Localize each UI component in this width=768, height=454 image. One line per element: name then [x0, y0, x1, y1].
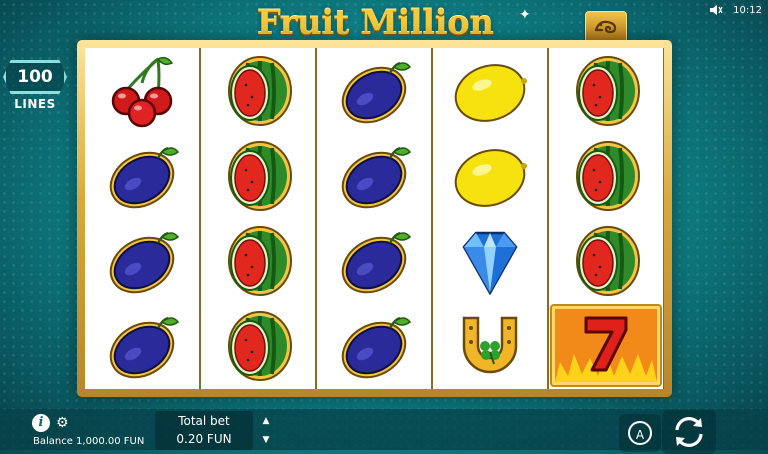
balance-text: Balance 1,000.00 FUN	[33, 436, 145, 447]
status-bar: 10:12	[709, 3, 762, 17]
seven-symbol-icon	[549, 303, 663, 388]
bet-stepper[interactable]: ▲ ▼	[256, 412, 276, 450]
reel-1	[85, 48, 199, 389]
watermelon-symbol-icon	[201, 218, 315, 303]
triangle-up-icon[interactable]: ▲	[256, 412, 276, 431]
reel-4	[433, 48, 547, 389]
lines-label: LINES	[14, 97, 56, 111]
watermelon-symbol-icon	[201, 303, 315, 388]
plum-symbol-icon	[317, 218, 431, 303]
info-icon[interactable]: i	[32, 414, 50, 432]
watermelon-symbol-icon	[201, 48, 315, 133]
cherry-symbol-icon	[85, 48, 199, 133]
lemon-symbol-icon	[433, 48, 547, 133]
watermelon-symbol-icon	[549, 133, 663, 218]
spin-arrows-icon	[675, 417, 703, 447]
diamond-symbol-icon	[433, 218, 547, 303]
spin-button[interactable]	[662, 410, 716, 454]
gear-icon[interactable]: ⚙	[56, 415, 69, 431]
reel-3	[317, 48, 431, 389]
sparkle-icon: ✦	[519, 7, 531, 23]
autoplay-button[interactable]: A	[619, 414, 661, 452]
triangle-down-icon[interactable]: ▼	[256, 431, 276, 450]
total-bet-value: 0.20 FUN	[176, 432, 232, 446]
watermelon-symbol-icon	[201, 133, 315, 218]
total-bet-label: Total bet	[178, 414, 230, 428]
total-bet-box: Total bet 0.20 FUN	[155, 411, 253, 450]
lines-count: 100	[3, 60, 67, 94]
autoplay-label: A	[628, 421, 652, 445]
plum-symbol-icon	[85, 218, 199, 303]
reel-5	[549, 48, 663, 389]
plum-symbol-icon	[85, 303, 199, 388]
plum-symbol-icon	[85, 133, 199, 218]
watermelon-symbol-icon	[549, 218, 663, 303]
reels-area	[85, 48, 664, 389]
chameleon-icon	[594, 20, 617, 34]
plum-symbol-icon	[317, 133, 431, 218]
clock: 10:12	[733, 4, 762, 16]
plum-symbol-icon	[317, 48, 431, 133]
plum-symbol-icon	[317, 303, 431, 388]
game-logo: Fruit Million ✦	[215, 1, 535, 45]
chameleon-menu-button[interactable]	[585, 11, 627, 43]
lemon-symbol-icon	[433, 133, 547, 218]
lines-badge: 100 LINES	[0, 60, 70, 111]
watermelon-symbol-icon	[549, 48, 663, 133]
logo-text: Fruit Million	[256, 3, 494, 43]
speaker-muted-icon[interactable]	[709, 4, 723, 16]
horseshoe-symbol-icon	[433, 303, 547, 388]
reel-2	[201, 48, 315, 389]
